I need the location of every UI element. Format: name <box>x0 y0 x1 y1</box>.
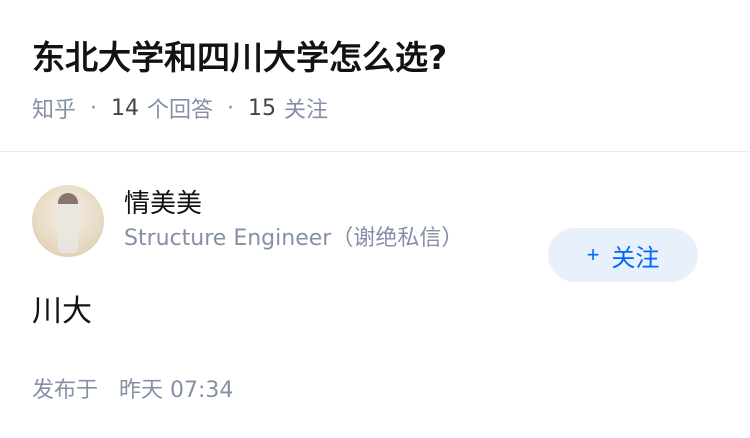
separator-dot: · <box>227 95 235 121</box>
author-info: 情美美 Structure Engineer（谢绝私信） <box>124 186 463 256</box>
avatar[interactable] <box>32 185 104 257</box>
question-meta: 知乎 · 14 个回答 · 15 关注 <box>32 92 718 124</box>
answer-card: 情美美 Structure Engineer（谢绝私信） + 关注 川大 发布于… <box>0 185 750 404</box>
separator-dot: · <box>90 95 98 121</box>
published-info: 发布于 昨天 07:34 <box>32 372 718 404</box>
answers-count: 14 <box>111 95 140 121</box>
published-time: 昨天 07:34 <box>119 378 234 403</box>
answers-label[interactable]: 个回答 <box>147 92 213 124</box>
author-bio: Structure Engineer（谢绝私信） <box>124 226 464 251</box>
followers-label[interactable]: 关注 <box>284 92 328 124</box>
follow-button-label: 关注 <box>611 244 660 272</box>
plus-icon: + <box>586 242 600 267</box>
published-label: 发布于 <box>32 378 99 403</box>
author-name[interactable]: 情美美 <box>124 186 463 222</box>
source-label[interactable]: 知乎 <box>32 92 76 124</box>
avatar-figure-icon <box>58 193 78 253</box>
question-header: 东北大学和四川大学怎么选? 知乎 · 14 个回答 · 15 关注 <box>0 0 750 152</box>
answer-content: 川大 <box>32 294 92 329</box>
question-title[interactable]: 东北大学和四川大学怎么选? <box>32 34 718 82</box>
follow-button[interactable]: + 关注 <box>548 228 698 282</box>
followers-count: 15 <box>248 95 277 121</box>
